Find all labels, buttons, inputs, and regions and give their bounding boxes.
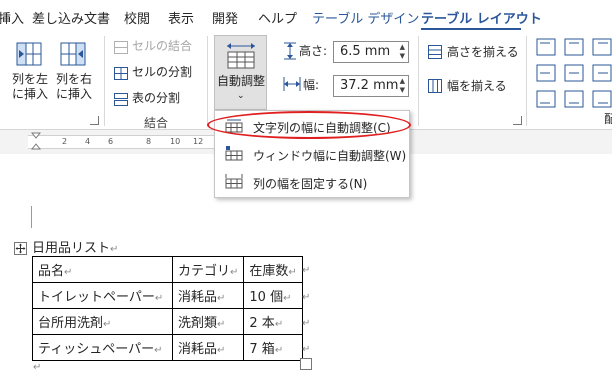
tab-insert[interactable]: 挿入 bbox=[0, 8, 24, 27]
table-row: ティッシュペーパー↵ 消耗品↵ 7 箱↵ bbox=[32, 334, 303, 361]
tab-table-layout[interactable]: テーブル レイアウト bbox=[421, 8, 542, 27]
spin-arrows-icon[interactable]: ▲ ▼ bbox=[400, 43, 405, 61]
column-width-value: 37.2 mm bbox=[340, 78, 399, 93]
width-label: 幅: bbox=[303, 78, 320, 92]
row-end-mark: ↵ bbox=[302, 292, 311, 303]
insert-left-label-2[interactable]: に挿入 bbox=[12, 87, 48, 101]
table-cell[interactable]: ティッシュペーパー↵ bbox=[32, 334, 173, 361]
row-height-input[interactable]: 6.5 mm ▲ ▼ bbox=[333, 41, 409, 63]
highlight-oval bbox=[207, 111, 411, 139]
merge-cells-icon bbox=[114, 39, 128, 58]
ruler-tick: 4 bbox=[85, 137, 91, 146]
paragraph-mark: ↵ bbox=[110, 244, 119, 255]
ribbon-separator bbox=[207, 36, 208, 126]
distribute-rows-button[interactable]: 高さを揃える bbox=[447, 45, 519, 59]
table-cell[interactable]: 洗剤類↵ bbox=[171, 308, 245, 335]
ribbon-separator bbox=[418, 36, 419, 126]
autofit-icon bbox=[225, 40, 257, 74]
merge-group-label: 結合 bbox=[144, 116, 169, 130]
row-end-mark: ↵ bbox=[302, 344, 311, 355]
menu-item-label: ウィンドウ幅に自動調整(W) bbox=[253, 149, 407, 163]
table-cell[interactable]: 台所用洗剤↵ bbox=[32, 308, 173, 335]
row-height-value: 6.5 mm bbox=[340, 44, 391, 59]
autofit-label: 自動調整 bbox=[217, 74, 266, 88]
document-heading: 日用品リスト↵ bbox=[32, 237, 118, 256]
column-width-input[interactable]: 37.2 mm ▲ ▼ bbox=[333, 75, 409, 97]
row-end-mark: ↵ bbox=[302, 265, 311, 276]
document-title: 日用品リスト bbox=[32, 241, 111, 256]
tab-help[interactable]: ヘルプ bbox=[258, 8, 297, 27]
tab-review[interactable]: 校閲 bbox=[124, 8, 150, 27]
data-table[interactable]: 品名↵ カテゴリ↵ 在庫数↵ トイレットペーパー↵ 消耗品↵ 10 個↵ 台所用… bbox=[32, 256, 303, 361]
table-cell[interactable]: 消耗品↵ bbox=[171, 282, 245, 309]
ruler-tick: 2 bbox=[62, 137, 68, 146]
table-cell[interactable]: 消耗品↵ bbox=[171, 334, 245, 361]
menu-item-fixed-column-width[interactable]: 列の幅を固定する(N) bbox=[215, 169, 409, 195]
table-row: 台所用洗剤↵ 洗剤類↵ 2 本↵ bbox=[32, 308, 303, 335]
tab-table-design[interactable]: テーブル デザイン bbox=[312, 8, 419, 27]
paragraph-mark: ↵ bbox=[33, 362, 42, 373]
chevron-down-icon: ⌄ bbox=[237, 91, 245, 101]
ruler-tick: 8 bbox=[146, 137, 152, 146]
fixed-width-icon bbox=[225, 173, 243, 193]
ribbon-separator bbox=[526, 36, 527, 126]
rows-columns-launcher-icon[interactable] bbox=[90, 116, 99, 125]
insert-right-label-2[interactable]: に挿入 bbox=[56, 87, 92, 101]
ruler-tick: 6 bbox=[108, 137, 114, 146]
table-header-cell[interactable]: 在庫数↵ bbox=[243, 256, 303, 283]
ruler-tick: 10 bbox=[170, 137, 181, 146]
margin-corner bbox=[31, 206, 32, 228]
indent-marker-icon[interactable] bbox=[30, 132, 42, 156]
insert-right-label-1[interactable]: 列を右 bbox=[56, 72, 92, 86]
column-width-icon bbox=[283, 76, 301, 96]
table-cell[interactable]: 2 本↵ bbox=[243, 308, 303, 335]
tab-developer[interactable]: 開発 bbox=[212, 8, 238, 27]
row-end-mark: ↵ bbox=[302, 318, 311, 329]
table-cell[interactable]: 10 個↵ bbox=[243, 282, 303, 309]
table-header-row: 品名↵ カテゴリ↵ 在庫数↵ bbox=[32, 256, 303, 283]
row-height-icon bbox=[283, 42, 297, 64]
ribbon-tab-bar: 挿入 差し込み文書 校閲 表示 開発 ヘルプ テーブル デザイン テーブル レイ… bbox=[0, 0, 612, 30]
table-row: トイレットペーパー↵ 消耗品↵ 10 個↵ bbox=[32, 282, 303, 309]
split-table-icon bbox=[114, 91, 128, 110]
split-cells-icon bbox=[114, 65, 128, 84]
alignment-grid bbox=[536, 38, 612, 124]
menu-item-label: 列の幅を固定する(N) bbox=[253, 177, 368, 191]
table-header-cell[interactable]: 品名↵ bbox=[32, 256, 173, 283]
table-cell[interactable]: 7 箱↵ bbox=[243, 334, 303, 361]
menu-item-autofit-window[interactable]: ウィンドウ幅に自動調整(W) bbox=[215, 141, 409, 167]
table-header-cell[interactable]: カテゴリ↵ bbox=[171, 256, 245, 283]
insert-left-label-1[interactable]: 列を左 bbox=[12, 72, 48, 86]
table-move-handle-icon[interactable] bbox=[14, 240, 27, 259]
insert-column-right-icon[interactable] bbox=[60, 42, 86, 70]
cell-size-launcher-icon[interactable] bbox=[513, 116, 522, 125]
height-label: 高さ: bbox=[299, 44, 328, 58]
autofit-window-icon bbox=[225, 145, 243, 165]
distribute-columns-icon bbox=[428, 78, 442, 97]
distribute-columns-button[interactable]: 幅を揃える bbox=[447, 79, 507, 93]
ruler-tick: 12 bbox=[193, 137, 204, 146]
table-cell[interactable]: トイレットペーパー↵ bbox=[32, 282, 173, 309]
alignment-group-label: 配 bbox=[604, 112, 612, 126]
insert-column-left-icon[interactable] bbox=[16, 42, 42, 70]
table-resize-handle-icon[interactable] bbox=[300, 358, 312, 370]
tab-view[interactable]: 表示 bbox=[168, 8, 194, 27]
spin-arrows-icon[interactable]: ▲ ▼ bbox=[400, 77, 405, 95]
merge-cells-button[interactable]: セルの結合 bbox=[132, 39, 192, 53]
distribute-rows-icon bbox=[428, 44, 442, 63]
ribbon-separator bbox=[104, 36, 105, 126]
autofit-button[interactable]: 自動調整 ⌄ bbox=[214, 35, 267, 110]
split-table-button[interactable]: 表の分割 bbox=[132, 91, 180, 105]
split-cells-button[interactable]: セルの分割 bbox=[132, 65, 192, 79]
tab-mailings[interactable]: 差し込み文書 bbox=[32, 8, 110, 27]
